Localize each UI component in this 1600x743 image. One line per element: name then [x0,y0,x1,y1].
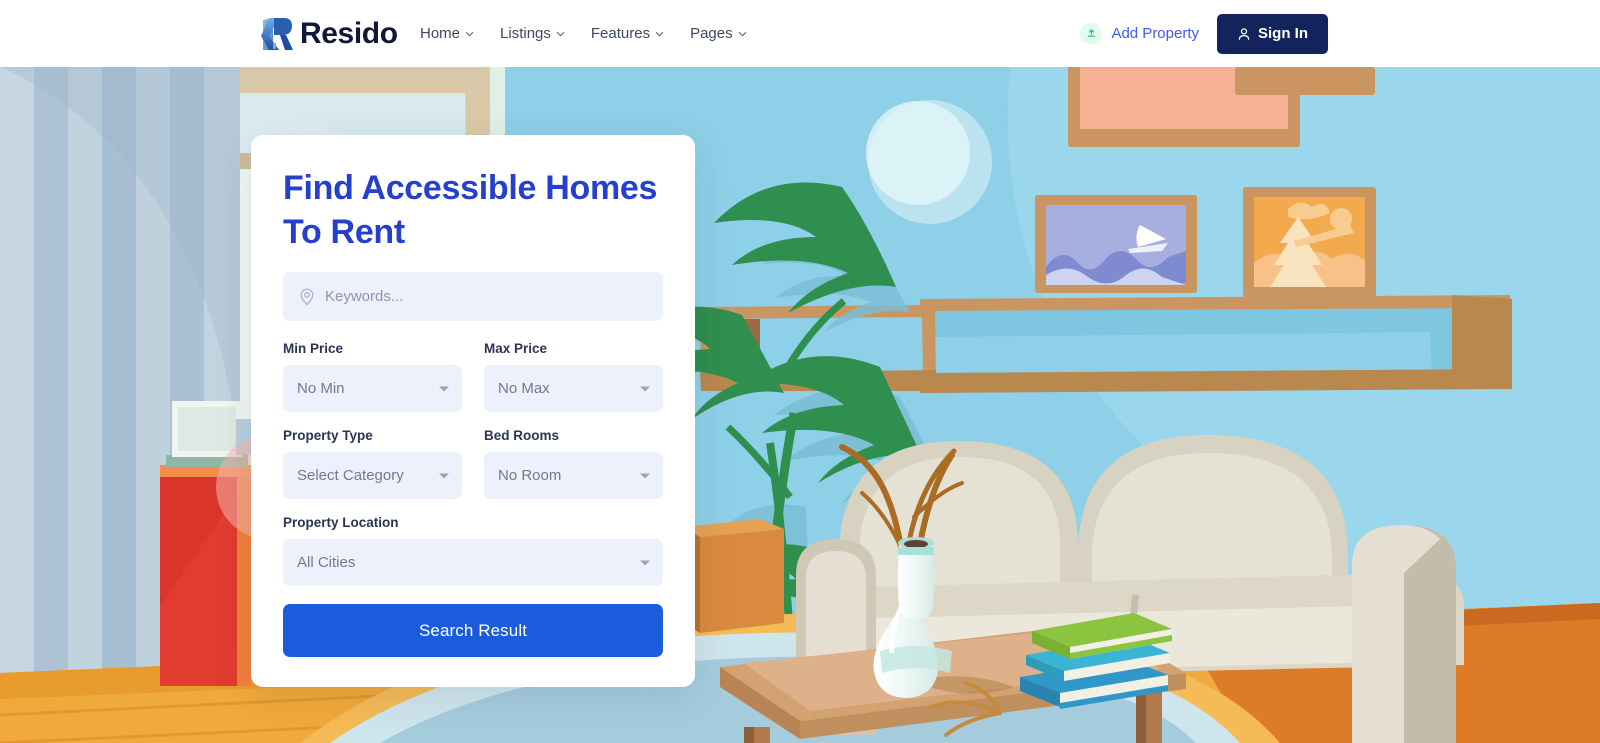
min-price-field: Min Price No Min [283,341,462,413]
nav-item-features[interactable]: Features [591,25,664,42]
site-header: Resido Home Listings Features Pages Add … [0,0,1600,67]
header-actions: Add Property Sign In [1080,13,1328,54]
nav-item-label: Features [590,25,651,42]
nav-item-label: Home [420,25,461,42]
type-rooms-row: Property Type Select Category Bed Rooms … [283,428,663,500]
max-price-label: Max Price [484,341,548,357]
chevron-down-icon [465,31,474,37]
map-pin-icon [300,288,314,305]
caret-down-icon [640,560,650,566]
main-nav: Home Listings Features Pages [420,25,747,42]
max-price-select[interactable]: No Max [484,365,663,413]
caret-down-icon [640,386,650,392]
property-type-field: Property Type Select Category [283,428,462,500]
nav-item-pages[interactable]: Pages [690,25,747,42]
search-result-button[interactable]: Search Result [283,604,663,658]
sign-in-label: Sign In [1258,25,1308,42]
property-location-select[interactable]: All Cities [283,539,663,587]
property-search-card: Find Accessible Homes To Rent Min Price … [251,135,695,688]
resido-r-logo-icon [261,17,293,50]
property-type-value: Select Category [297,467,404,485]
chevron-down-icon [655,31,664,37]
max-price-field: Max Price No Max [484,341,663,413]
nav-item-listings[interactable]: Listings [500,25,565,42]
keywords-field[interactable] [283,272,663,322]
caret-down-icon [439,473,449,479]
bed-rooms-select[interactable]: No Room [484,452,663,500]
keywords-input[interactable] [325,288,647,306]
add-property-label: Add Property [1111,25,1199,42]
property-location-value: All Cities [297,554,356,572]
brand-name: Resido [300,16,398,50]
property-type-select[interactable]: Select Category [283,452,462,500]
min-price-select[interactable]: No Min [283,365,462,413]
property-location-label: Property Location [283,515,399,531]
min-price-value: No Min [297,380,345,398]
bed-rooms-label: Bed Rooms [484,428,560,444]
price-row: Min Price No Min Max Price No Max [283,341,663,413]
upload-circle-icon [1080,22,1103,45]
min-price-label: Min Price [283,341,344,357]
nav-item-label: Listings [500,25,551,42]
property-location-field: Property Location All Cities [283,515,663,587]
sign-in-button[interactable]: Sign In [1217,13,1328,54]
nav-item-home[interactable]: Home [420,25,474,42]
bed-rooms-value: No Room [498,467,562,485]
hero-illustration [0,67,1600,743]
page-root: Resido Home Listings Features Pages Add … [0,0,1600,743]
nav-item-label: Pages [690,25,733,42]
user-icon [1238,27,1250,40]
page-title: Find Accessible Homes To Rent [283,169,658,251]
add-property-button[interactable]: Add Property [1080,22,1199,45]
chevron-down-icon [738,31,746,37]
max-price-value: No Max [498,380,550,398]
property-type-label: Property Type [283,428,373,444]
caret-down-icon [640,473,650,479]
brand-logo[interactable]: Resido [260,16,398,52]
chevron-down-icon [556,31,565,37]
caret-down-icon [439,386,449,392]
bed-rooms-field: Bed Rooms No Room [484,428,663,500]
